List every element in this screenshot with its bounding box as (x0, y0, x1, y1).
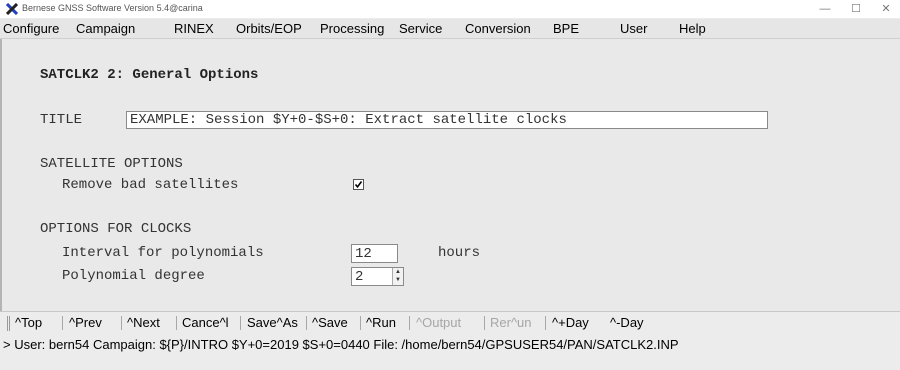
checkmark-icon (354, 181, 363, 189)
menu-service[interactable]: Service (399, 21, 442, 36)
menu-bar: Configure Campaign RINEX Orbits/EOP Proc… (0, 19, 900, 39)
interval-unit-label: hours (438, 245, 481, 261)
toolbar-separator (545, 316, 546, 330)
bernese-logo-icon (6, 3, 18, 15)
maximize-icon[interactable]: ☐ (841, 0, 871, 18)
next-button[interactable]: ^Next (127, 315, 160, 330)
options-panel: SATCLK2 2: General Options TITLE SATELLI… (0, 39, 900, 311)
remove-bad-satellites-label: Remove bad satellites (62, 177, 239, 193)
menu-user[interactable]: User (620, 21, 647, 36)
polynomial-degree-label: Polynomial degree (62, 268, 205, 284)
spin-down-icon[interactable]: ▼ (394, 276, 402, 284)
toolbar-separator (176, 316, 177, 330)
toolbar-separator (62, 316, 63, 330)
status-bar: > User: bern54 Campaign: ${P}/INTRO $Y+0… (0, 334, 900, 370)
window-title-bar: Bernese GNSS Software Version 5.4@carina… (0, 0, 900, 19)
menu-conversion[interactable]: Conversion (465, 21, 531, 36)
menu-rinex[interactable]: RINEX (174, 21, 214, 36)
minimize-icon[interactable]: — (810, 0, 840, 18)
top-button[interactable]: ^Top (15, 315, 42, 330)
run-button[interactable]: ^Run (366, 315, 396, 330)
polynomial-degree-spinner[interactable]: ▲ ▼ (392, 268, 403, 285)
interval-input[interactable] (351, 244, 398, 263)
menu-configure[interactable]: Configure (3, 21, 59, 36)
close-icon[interactable]: ✕ (871, 0, 900, 18)
window-title: Bernese GNSS Software Version 5.4@carina (22, 3, 203, 13)
interval-label: Interval for polynomials (62, 245, 264, 261)
prev-button[interactable]: ^Prev (69, 315, 102, 330)
title-label: TITLE (40, 112, 83, 128)
toolbar-separator (409, 316, 410, 330)
save-as-button[interactable]: Save^As (247, 315, 298, 330)
save-button[interactable]: ^Save (312, 315, 348, 330)
cancel-button[interactable]: Cance^l (182, 315, 229, 330)
options-for-clocks-heading: OPTIONS FOR CLOCKS (40, 221, 192, 237)
menu-processing[interactable]: Processing (320, 21, 384, 36)
menu-campaign[interactable]: Campaign (76, 21, 135, 36)
toolbar-separator (306, 316, 307, 330)
rerun-button[interactable]: Rer^un (490, 315, 532, 330)
satellite-options-heading: SATELLITE OPTIONS (40, 156, 183, 172)
menu-orbits-eop[interactable]: Orbits/EOP (236, 21, 302, 36)
output-button[interactable]: ^Output (416, 315, 461, 330)
panel-heading: SATCLK2 2: General Options (40, 67, 259, 83)
spin-up-icon[interactable]: ▲ (394, 268, 402, 276)
menu-help[interactable]: Help (679, 21, 706, 36)
plus-day-button[interactable]: ^+Day (552, 315, 589, 330)
title-input[interactable] (126, 111, 768, 129)
toolbar-separator (484, 316, 485, 330)
minus-day-button[interactable]: ^-Day (610, 315, 644, 330)
action-toolbar: ^Top ^Prev ^Next Cance^l Save^As ^Save ^… (0, 311, 900, 334)
remove-bad-satellites-checkbox[interactable] (353, 179, 364, 190)
menu-bpe[interactable]: BPE (553, 21, 579, 36)
toolbar-separator (121, 316, 122, 330)
status-line: > User: bern54 Campaign: ${P}/INTRO $Y+0… (3, 337, 679, 352)
toolbar-grip-icon[interactable] (7, 316, 10, 331)
toolbar-separator (360, 316, 361, 330)
toolbar-separator (240, 316, 241, 330)
